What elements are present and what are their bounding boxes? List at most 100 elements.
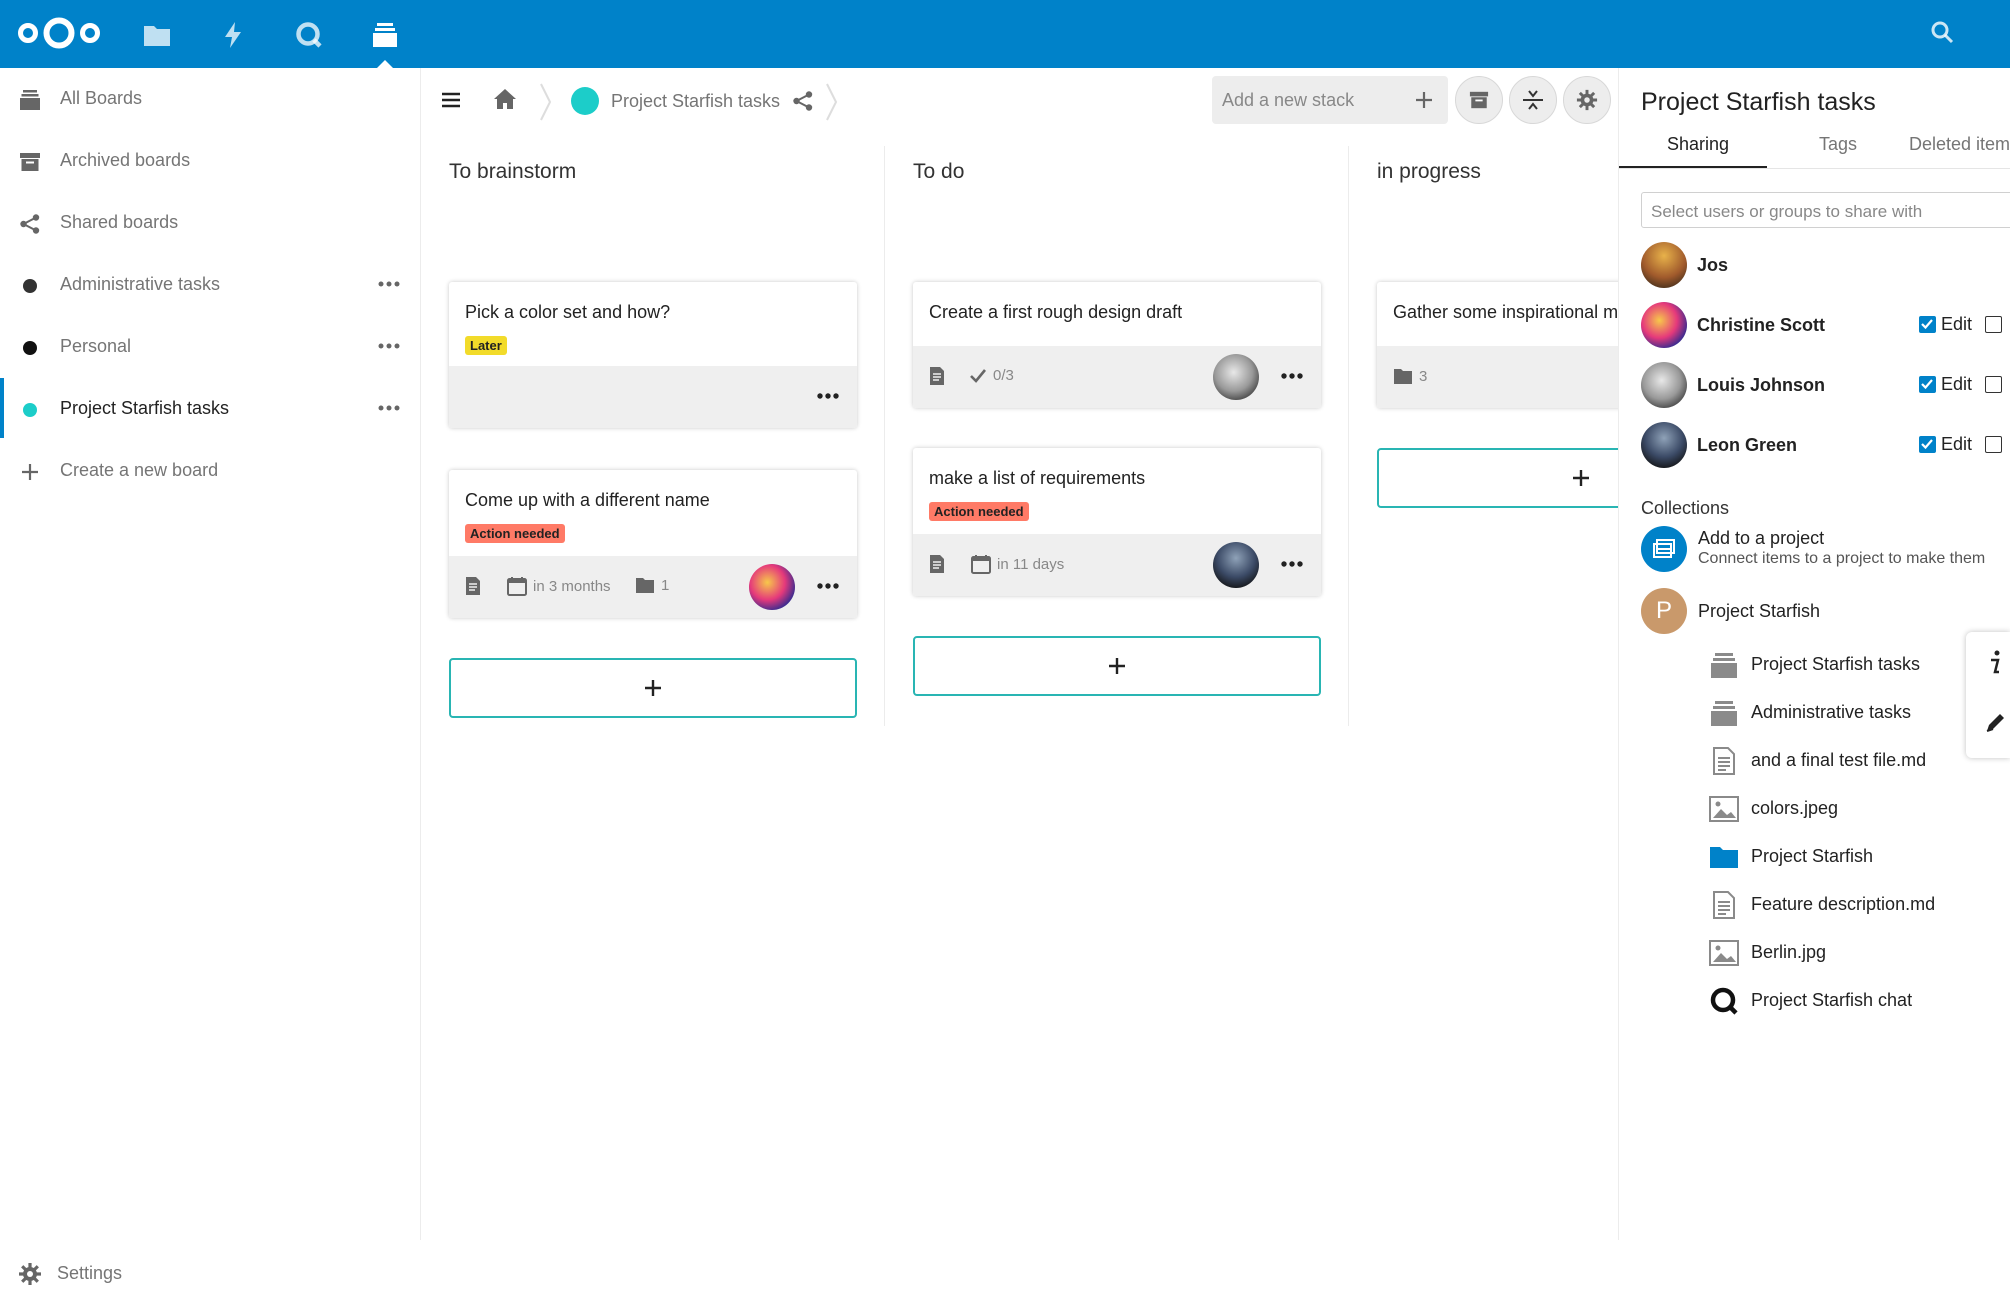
resource-folder[interactable]: Project Starfish [1709, 836, 1989, 876]
resource-name: Project Starfish [1751, 846, 1874, 866]
edit-permission-checkbox[interactable] [1919, 376, 1936, 393]
share-icon [18, 212, 42, 236]
archive-icon [18, 150, 42, 174]
board-color-dot [23, 341, 37, 355]
card-list-requirements[interactable]: make a list of requirements Action neede… [913, 448, 1321, 596]
nav-all-boards[interactable]: All Boards [0, 68, 420, 128]
share-search-input[interactable]: Select users or groups to share with [1641, 192, 2010, 228]
plus-icon [1571, 468, 1591, 488]
home-icon[interactable] [493, 88, 517, 110]
project-name: Project Starfish [1698, 601, 1821, 621]
share-icon[interactable] [792, 90, 814, 112]
talk-app-icon[interactable] [290, 16, 328, 54]
pencil-icon[interactable] [1980, 708, 2010, 738]
boards-icon [18, 88, 42, 112]
active-tab-indicator [1619, 166, 1767, 168]
add-stack-placeholder: Add a new stack [1222, 90, 1355, 110]
collapse-cards-button[interactable] [1509, 76, 1557, 124]
resource-name: and a final test file.md [1751, 750, 1927, 770]
resource-file[interactable]: and a final test file.md [1709, 740, 1989, 780]
share-placeholder: Select users or groups to share with [1651, 202, 1923, 221]
add-card-button[interactable] [449, 658, 857, 718]
sidebar-title: Project Starfish tasks [1641, 88, 1876, 116]
talk-icon [1709, 986, 1739, 1016]
plus-icon [1107, 656, 1127, 676]
tag-label: Later [465, 336, 507, 355]
description-icon [929, 554, 945, 574]
nav-create-board[interactable]: Create a new board [0, 440, 420, 500]
card-different-name[interactable]: Come up with a different name Action nee… [449, 470, 857, 618]
tab-sharing[interactable]: Sharing [1667, 134, 1729, 170]
more-options-icon[interactable] [378, 342, 402, 352]
nav-board-administrative-tasks[interactable]: Administrative tasks [0, 254, 420, 314]
more-options-icon[interactable] [378, 404, 402, 414]
resource-deck-board[interactable]: Project Starfish tasks [1709, 644, 1989, 684]
deck-board-icon [1709, 698, 1739, 728]
sharee-name: Jos [1697, 255, 1729, 275]
sharee-row: Leon Green Edit [1641, 422, 2010, 470]
card-menu-icon[interactable] [1281, 560, 1305, 570]
card-design-draft[interactable]: Create a first rough design draft 0/3 [913, 282, 1321, 408]
plus-icon [643, 678, 663, 698]
share-permission-checkbox[interactable] [1985, 436, 2002, 453]
due-date-text: in 3 months [533, 577, 611, 595]
breadcrumb-board[interactable]: Project Starfish tasks [571, 86, 814, 116]
add-to-project-description: Connect items to a project to make them [1698, 550, 1986, 567]
stack-title: in progress [1377, 160, 1481, 183]
resource-file[interactable]: Berlin.jpg [1709, 932, 1989, 972]
add-to-project-title: Add to a project [1698, 528, 1825, 548]
card-menu-icon[interactable] [817, 582, 841, 592]
avatar[interactable] [1213, 354, 1259, 400]
resource-name: Administrative tasks [1751, 702, 1912, 722]
activity-app-icon[interactable] [214, 16, 252, 54]
files-app-icon[interactable] [138, 16, 176, 54]
plus-icon[interactable] [1414, 90, 1434, 110]
text-file-icon [1709, 746, 1739, 776]
share-permission-checkbox[interactable] [1985, 376, 2002, 393]
avatar[interactable] [749, 564, 795, 610]
resource-talk-room[interactable]: Project Starfish chat [1709, 980, 1989, 1020]
card-pick-color-set[interactable]: Pick a color set and how? Later [449, 282, 857, 428]
board-color-dot [571, 87, 599, 115]
edit-permission-checkbox[interactable] [1919, 316, 1936, 333]
project-avatar: P [1641, 588, 1687, 634]
card-title: make a list of requirements [929, 468, 1146, 488]
nav-board-personal[interactable]: Personal [0, 316, 420, 376]
nav-shared-boards[interactable]: Shared boards [0, 192, 420, 252]
tab-deleted-items[interactable]: Deleted item [1909, 134, 2010, 170]
nav-archived-boards[interactable]: Archived boards [0, 130, 420, 190]
nextcloud-logo-icon[interactable] [14, 12, 104, 54]
add-card-button[interactable] [1377, 448, 1618, 508]
resource-deck-board[interactable]: Administrative tasks [1709, 692, 1989, 732]
board-settings-button[interactable] [1563, 76, 1611, 124]
sharee-row: Jos [1641, 242, 2010, 290]
nav-board-project-starfish[interactable]: Project Starfish tasks [0, 378, 420, 438]
board-title: Project Starfish tasks [611, 90, 781, 111]
edit-permission-label: Edit [1941, 434, 1973, 454]
more-options-icon[interactable] [378, 280, 402, 290]
add-card-button[interactable] [913, 636, 1321, 696]
add-stack-input[interactable]: Add a new stack [1212, 76, 1448, 124]
edit-permission-checkbox[interactable] [1919, 436, 1936, 453]
resource-file[interactable]: colors.jpeg [1709, 788, 1989, 828]
add-to-project-button[interactable]: Add to a project Connect items to a proj… [1641, 526, 2010, 580]
avatar [1641, 362, 1687, 408]
stack-in-progress: in progress Gather some inspirational m … [1349, 146, 1618, 746]
search-icon[interactable] [1928, 18, 1958, 48]
nav-label: Personal [60, 335, 132, 356]
text-file-icon [1709, 890, 1739, 920]
deck-app-icon[interactable] [366, 16, 404, 70]
nav-settings[interactable]: Settings [0, 1250, 420, 1298]
card-gather-inspiration[interactable]: Gather some inspirational m 3 [1377, 282, 1618, 408]
nav-label: All Boards [60, 87, 143, 108]
card-menu-icon[interactable] [1281, 372, 1305, 382]
attachments-count: 3 [1419, 367, 1428, 385]
menu-toggle-icon[interactable] [441, 90, 461, 110]
share-permission-checkbox[interactable] [1985, 316, 2002, 333]
avatar[interactable] [1213, 542, 1259, 588]
resource-file[interactable]: Feature description.md [1709, 884, 1989, 924]
info-icon[interactable] [1980, 648, 2010, 678]
tab-tags[interactable]: Tags [1819, 134, 1857, 170]
card-menu-icon[interactable] [817, 392, 841, 402]
archived-cards-button[interactable] [1455, 76, 1503, 124]
